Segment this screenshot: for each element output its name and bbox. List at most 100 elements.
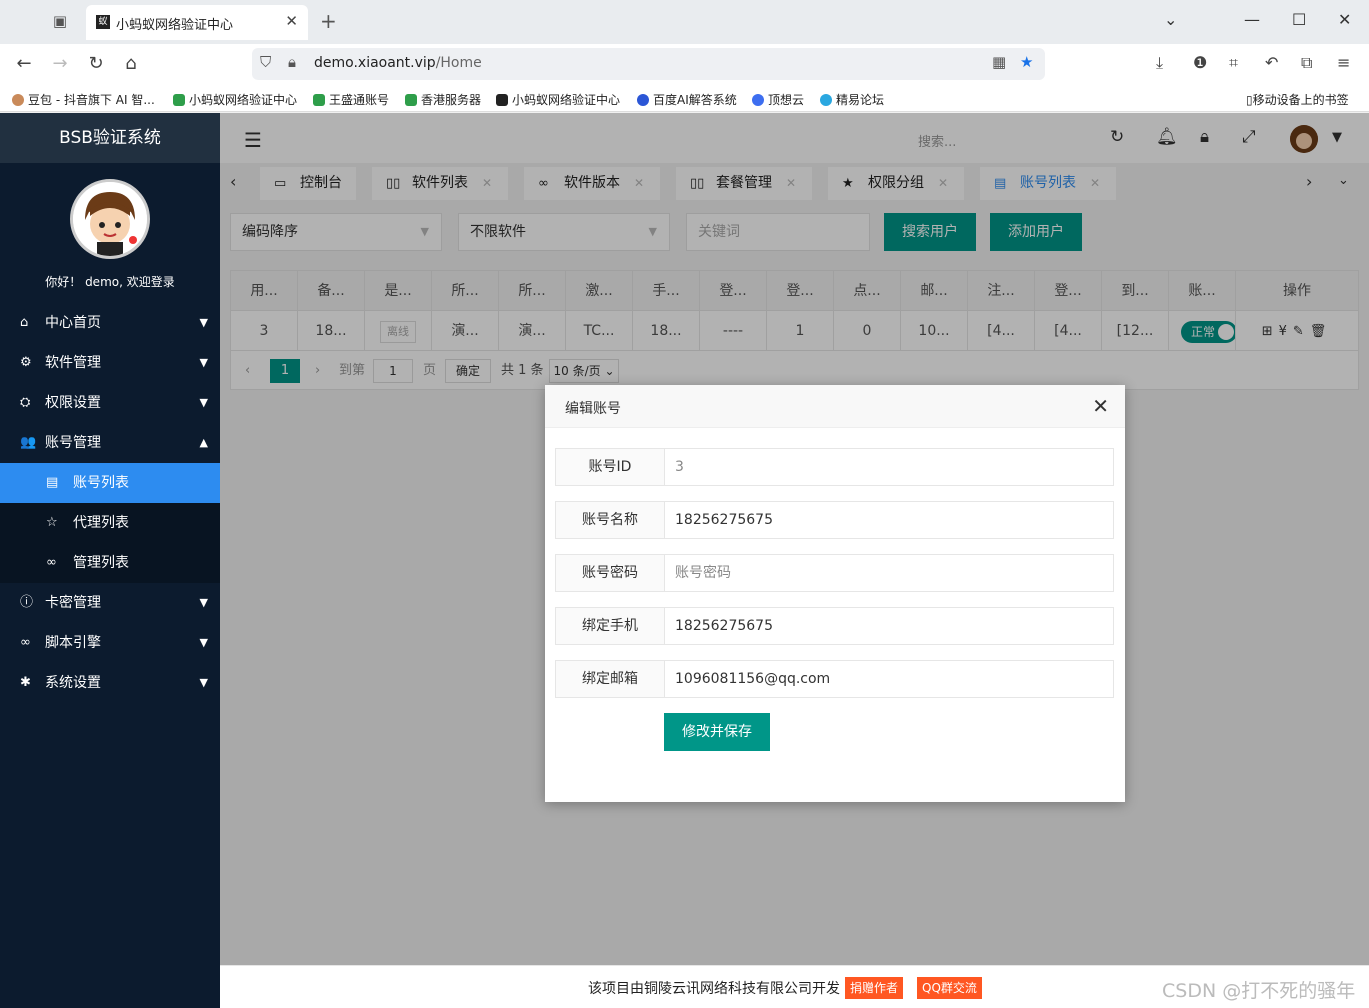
sidebar-item-account-list[interactable]: ▤ 账号列表 <box>0 463 220 503</box>
shield-icon[interactable]: ⛉ <box>260 53 271 71</box>
field-label: 账号名称 <box>555 501 665 539</box>
minimize-icon[interactable]: — <box>1244 10 1260 29</box>
account-name-input[interactable]: 18256275675 <box>664 501 1114 539</box>
sidebar-item-label: 脚本引擎 <box>45 635 101 651</box>
shield-green-icon <box>173 94 185 106</box>
bound-email-input[interactable]: 1096081156@qq.com <box>664 660 1114 698</box>
save-button[interactable]: 修改并保存 <box>664 713 770 751</box>
browser-tabbar: ▣ 蚁 小蚂蚁网络验证中心 ✕ + ⌄ — ☐ ✕ <box>0 0 1369 44</box>
sidebar-item-label: 卡密管理 <box>45 595 101 611</box>
sidebar-item-software[interactable]: ⚙ 软件管理 ▼ <box>0 343 220 383</box>
doubao-icon <box>12 94 24 106</box>
site-favicon-icon: 蚁 <box>96 15 110 29</box>
info-icon: ⓘ <box>20 595 34 610</box>
bookmark-star-icon[interactable]: ★ <box>1020 53 1033 71</box>
browser-tab[interactable]: 蚁 小蚂蚁网络验证中心 ✕ <box>86 5 308 40</box>
software-icon: ⚙ <box>20 355 32 370</box>
close-icon[interactable]: ✕ <box>1092 394 1109 418</box>
gear-icon: ✱ <box>20 675 31 690</box>
close-window-icon[interactable]: ✕ <box>1338 10 1351 29</box>
home-icon: ⌂ <box>20 315 29 330</box>
sidebar-item-home[interactable]: ⌂ 中心首页 ▼ <box>0 303 220 343</box>
field-bound-email: 绑定邮箱 1096081156@qq.com <box>555 660 1114 698</box>
chevron-up-icon: ▲ <box>199 436 208 449</box>
url-text: demo.xiaoant.vip/Home <box>314 55 482 71</box>
extensions-icon[interactable]: ⧉ <box>1301 53 1312 73</box>
sidebar-submenu: ▤ 账号列表 ☆ 代理列表 ∞ 管理列表 <box>0 463 220 583</box>
sidebar-item-settings[interactable]: ✱ 系统设置 ▼ <box>0 663 220 703</box>
home-icon[interactable]: ⌂ <box>119 53 143 74</box>
bookmarks-bar: 豆包 - 抖音旗下 AI 智... 小蚂蚁网络验证中心 王盛通账号 香港服务器 … <box>0 86 1369 112</box>
qq-group-button[interactable]: QQ群交流 <box>917 977 982 999</box>
phone-icon: ▯ <box>1246 93 1253 107</box>
new-tab-icon[interactable]: + <box>320 9 337 33</box>
shield-green-icon <box>313 94 325 106</box>
tab-overview-icon[interactable]: ▣ <box>50 12 70 32</box>
field-label: 账号密码 <box>555 554 665 592</box>
sidebar-item-label: 软件管理 <box>45 355 101 371</box>
sidebar-item-admin-list[interactable]: ∞ 管理列表 <box>0 543 220 583</box>
avatar <box>70 179 150 259</box>
close-tab-icon[interactable]: ✕ <box>285 12 298 30</box>
sidebar-item-scripts[interactable]: ∞ 脚本引擎 ▼ <box>0 623 220 663</box>
lock-icon[interactable]: 🔒︎ <box>288 53 296 71</box>
sidebar-item-agent-list[interactable]: ☆ 代理列表 <box>0 503 220 543</box>
reload-icon[interactable]: ↻ <box>84 53 108 74</box>
bookmark-item[interactable]: 顶想云 <box>752 91 804 108</box>
crop-icon[interactable]: ⌗ <box>1229 53 1238 73</box>
sidebar-item-label: 账号列表 <box>73 475 129 491</box>
sidebar-item-accounts[interactable]: 👥 账号管理 ▲ <box>0 423 220 463</box>
bookmark-item[interactable]: 小蚂蚁网络验证中心 <box>496 91 620 108</box>
bookmark-item[interactable]: 精易论坛 <box>820 91 884 108</box>
permissions-icon: ⛭ <box>20 395 31 410</box>
chevron-down-icon: ▼ <box>199 596 208 609</box>
field-account-password: 账号密码 账号密码 <box>555 554 1114 592</box>
undo-icon[interactable]: ↶ <box>1265 53 1278 72</box>
sidebar-title: BSB验证系统 <box>0 113 220 163</box>
shield-green-icon <box>405 94 417 106</box>
field-label: 账号ID <box>555 448 665 486</box>
bound-phone-input[interactable]: 18256275675 <box>664 607 1114 645</box>
back-icon[interactable]: ← <box>12 53 36 74</box>
modal-header: 编辑账号 ✕ <box>545 385 1125 428</box>
edit-account-modal: 编辑账号 ✕ 账号ID 3 账号名称 18256275675 账号密码 账号密码… <box>545 385 1125 802</box>
bookmark-item[interactable]: 豆包 - 抖音旗下 AI 智... <box>12 91 155 108</box>
account-id-input[interactable]: 3 <box>664 448 1114 486</box>
sidebar-item-label: 管理列表 <box>73 555 129 571</box>
chevron-down-icon: ▼ <box>199 676 208 689</box>
infinity-icon: ∞ <box>20 635 31 650</box>
bookmark-item[interactable]: 香港服务器 <box>405 91 481 108</box>
sidebar-item-label: 系统设置 <box>45 675 101 691</box>
site-favicon-icon <box>496 94 508 106</box>
dingxiang-icon <box>752 94 764 106</box>
sidebar-item-label: 中心首页 <box>45 315 101 331</box>
menu-icon[interactable]: ≡ <box>1337 53 1350 72</box>
sidebar-item-cards[interactable]: ⓘ 卡密管理 ▼ <box>0 583 220 623</box>
profile-badge-icon[interactable]: ❶ <box>1193 53 1207 72</box>
address-bar[interactable]: ⛉ 🔒︎ demo.xiaoant.vip/Home ▦ ★ <box>252 48 1045 80</box>
star-icon: ☆ <box>46 515 58 530</box>
tab-list-icon[interactable]: ⌄ <box>1164 10 1177 29</box>
forward-icon[interactable]: → <box>48 53 72 74</box>
field-account-id: 账号ID 3 <box>555 448 1114 486</box>
field-label: 绑定邮箱 <box>555 660 665 698</box>
chevron-down-icon: ▼ <box>199 396 208 409</box>
mobile-bookmarks[interactable]: ▯移动设备上的书签 <box>1246 91 1349 108</box>
users-icon: 👥 <box>20 435 37 450</box>
bookmark-item[interactable]: 百度AI解答系统 <box>637 91 737 108</box>
chevron-down-icon: ▼ <box>199 316 208 329</box>
watermark: CSDN @打不死的骚年 <box>1162 980 1356 1002</box>
field-account-name: 账号名称 18256275675 <box>555 501 1114 539</box>
sidebar-item-permissions[interactable]: ⛭ 权限设置 ▼ <box>0 383 220 423</box>
infinity-icon: ∞ <box>46 555 57 570</box>
bookmark-item[interactable]: 王盛通账号 <box>313 91 389 108</box>
bookmark-item[interactable]: 小蚂蚁网络验证中心 <box>173 91 297 108</box>
sidebar-item-label: 代理列表 <box>73 515 129 531</box>
account-password-input[interactable]: 账号密码 <box>664 554 1114 592</box>
qr-code-icon[interactable]: ▦ <box>992 53 1006 71</box>
footer-text: 该项目由铜陵云讯网络科技有限公司开发 <box>588 981 840 997</box>
maximize-icon[interactable]: ☐ <box>1292 10 1306 29</box>
sidebar: BSB验证系统 你好！ demo, 欢迎登录 ⌂ 中心首页 ▼ ⚙ 软件管理 ▼ ⛭ 权限… <box>0 113 220 1008</box>
donate-button[interactable]: 捐赠作者 <box>845 977 904 999</box>
download-icon[interactable]: ⤓ <box>1156 53 1163 73</box>
